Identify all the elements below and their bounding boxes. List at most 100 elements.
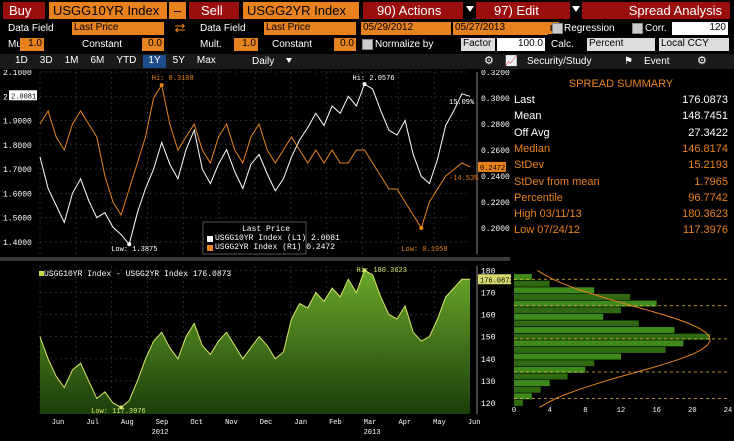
chart-separator [0, 257, 510, 261]
summary-row: Percentile 96.7742 [514, 192, 728, 206]
lower-tick-label: 120 [481, 400, 496, 409]
month-label: Nov [225, 419, 238, 427]
regression-label: Regression [564, 23, 615, 34]
buy-button[interactable]: Buy [3, 2, 45, 19]
histogram-bar [514, 346, 666, 353]
date-from-field[interactable]: 05/29/2012 [361, 22, 451, 35]
ticker1-field[interactable]: USGG10YR Index [49, 2, 167, 19]
data-field-1-select[interactable]: Last Price [72, 22, 164, 35]
period-tab-1m[interactable]: 1M [60, 55, 84, 68]
swap-icon[interactable]: ⇄ [172, 21, 188, 35]
actions-dropdown-icon[interactable] [466, 6, 474, 12]
left-tick-label: 1.9000 [3, 118, 32, 127]
summary-label: StDev from mean [514, 175, 600, 188]
hi-annotation-2yr: Hi: 0.3108 [152, 75, 194, 83]
histogram-bar [514, 307, 621, 314]
summary-row: Last 176.0873 [514, 94, 728, 108]
factor-value-field[interactable]: 100.0 [497, 38, 545, 51]
normalize-checkbox[interactable] [362, 39, 373, 50]
mult-label-2: Mult. [200, 39, 222, 50]
settings-gear-icon[interactable]: ⚙ [697, 55, 707, 68]
lower-last-text: 176.0873 [480, 277, 514, 285]
low-annotation-10yr: Low: 1.3875 [111, 246, 157, 254]
sell-button[interactable]: Sell [189, 2, 239, 19]
left-tick-label: 1.4000 [3, 239, 32, 248]
low-annotation-2yr: Low: 0.1958 [401, 246, 447, 254]
frequency-dropdown-icon[interactable] [286, 58, 292, 63]
upper-legend-series-2: USGG2YR Index (R1) 0.2472 [215, 243, 336, 252]
low-marker-2yr [419, 226, 424, 230]
period-tab-max[interactable]: Max [192, 55, 221, 68]
left-tick-label: 1.5000 [3, 215, 32, 224]
period-tabs: 1D 3D 1M 6M YTD 1Y 5Y Max [10, 55, 221, 68]
factor-select[interactable]: Factor [461, 38, 495, 51]
constant-2-field[interactable]: 0.0 [334, 38, 356, 51]
left-tick-label: 2.1000 [3, 70, 32, 78]
histogram-tick-label: 8 [583, 407, 587, 415]
period-tab-1d[interactable]: 1D [10, 55, 33, 68]
upper-legend-swatch-2 [207, 245, 213, 251]
corr-checkbox[interactable] [632, 23, 643, 34]
data-field-label-1: Data Field [8, 23, 54, 34]
summary-value: 180.3623 [682, 208, 728, 221]
year-label: 2013 [364, 429, 381, 437]
period-tab-5y[interactable]: 5Y [168, 55, 190, 68]
period-tab-ytd[interactable]: YTD [111, 55, 141, 68]
left-tick-label: 1.8000 [3, 142, 32, 151]
hi-marker-2yr [159, 83, 164, 87]
summary-row: Off Avg 27.3422 [514, 127, 728, 141]
period-tab-1y[interactable]: 1Y [143, 55, 166, 68]
event-flag-icon[interactable]: ⚑ [624, 55, 633, 68]
data-field-2-select[interactable]: Last Price [264, 22, 356, 35]
upper-legend-swatch-1 [207, 236, 213, 242]
summary-label: Last [514, 94, 535, 106]
period-tab-6m[interactable]: 6M [86, 55, 110, 68]
histogram-tick-label: 0 [512, 407, 516, 415]
histogram-bar [514, 386, 541, 393]
last-value-text-10yr: 2.0081 [11, 93, 36, 101]
summary-value: 96.7742 [688, 191, 728, 204]
lower-tick-label: 170 [481, 290, 496, 299]
histogram-bar [514, 373, 568, 380]
constant-1-field[interactable]: 0.0 [142, 38, 164, 51]
lower-tick-label: 160 [481, 312, 496, 321]
lower-tick-label: 140 [481, 356, 496, 365]
spread-summary-title: SPREAD SUMMARY [568, 78, 674, 90]
normalize-label: Normalize by [375, 39, 434, 50]
date-to-field[interactable]: 05/27/2013 [453, 22, 548, 35]
right-tick-label: 0.3200 [481, 70, 510, 78]
settings-gear-icon-left[interactable]: ⚙ [484, 55, 494, 68]
summary-value: 148.7451 [682, 110, 728, 123]
corr-window-field[interactable]: 120 [672, 22, 728, 35]
lower-hi-marker [362, 268, 367, 273]
mult-1-field[interactable]: 1.0 [20, 38, 44, 51]
summary-row: Median 146.8174 [514, 143, 728, 157]
summary-value: 176.0873 [682, 94, 728, 106]
histogram-bar [514, 353, 621, 360]
calc-select[interactable]: Percent [587, 38, 655, 51]
chart-icon[interactable]: 📈 [505, 55, 517, 68]
edit-menu-button[interactable]: 97) Edit [476, 2, 570, 19]
mult-2-field[interactable]: 1.0 [234, 38, 258, 51]
edit-dropdown-icon[interactable] [572, 6, 580, 12]
security-study-button[interactable]: Security/Study [527, 55, 591, 68]
constant-label-2: Constant [272, 39, 313, 50]
currency-select[interactable]: Local CCY [659, 38, 729, 51]
lower-chart-title: USGG10YR Index - USGG2YR Index 176.0873 [44, 270, 232, 279]
upper-legend-series-1: USGG10YR Index (L1) 2.0081 [215, 234, 340, 243]
year-label: 2012 [152, 429, 169, 437]
event-button[interactable]: Event [644, 55, 670, 68]
summary-value: 146.8174 [682, 142, 728, 155]
summary-value: 27.3422 [688, 126, 728, 139]
histogram-bar [514, 340, 684, 347]
ticker2-field[interactable]: USGG2YR Index [243, 2, 359, 19]
actions-menu-button[interactable]: 90) Actions [363, 2, 463, 19]
lower-tick-label: 150 [481, 334, 496, 343]
month-label: Dec [260, 419, 273, 427]
minus-operator-button[interactable]: – [169, 2, 186, 19]
month-label: Feb [329, 419, 342, 427]
right-tick-label: 0.2600 [481, 147, 510, 156]
period-tab-3d[interactable]: 3D [35, 55, 58, 68]
frequency-select[interactable]: Daily [252, 55, 274, 68]
regression-checkbox[interactable] [552, 23, 563, 34]
